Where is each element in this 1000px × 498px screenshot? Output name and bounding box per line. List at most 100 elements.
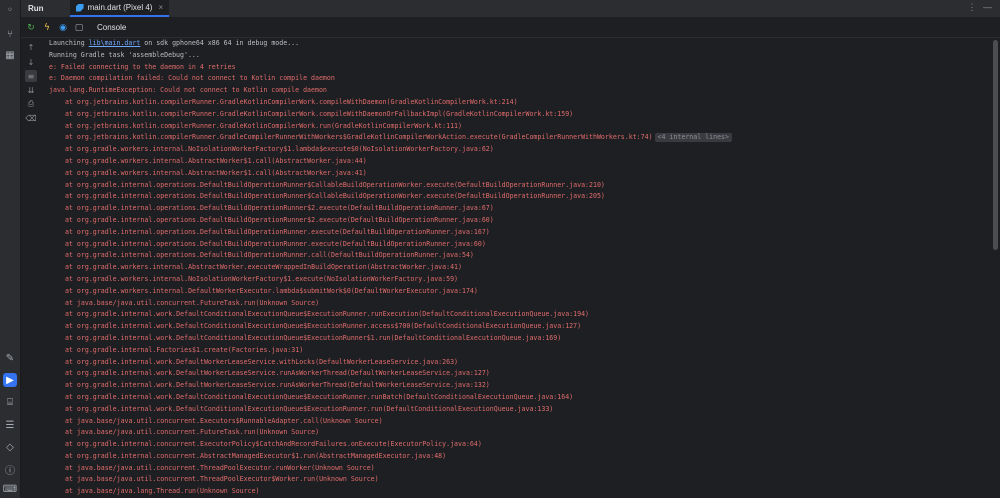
options-menu-icon[interactable]: ⋮ — <box>967 2 994 13</box>
hot-reload-icon[interactable]: ϟ <box>41 22 53 34</box>
stack-trace-line[interactable]: at org.gradle.internal.operations.Defaul… <box>49 239 988 251</box>
stack-trace-line[interactable]: at org.gradle.workers.internal.AbstractW… <box>49 168 988 180</box>
stack-trace-line[interactable]: at org.gradle.internal.operations.Defaul… <box>49 250 988 262</box>
build-icon[interactable]: ⌸ <box>3 395 17 409</box>
stack-trace-line[interactable]: at org.gradle.workers.internal.NoIsolati… <box>49 274 988 286</box>
stack-trace-text: at org.gradle.internal.operations.Defaul… <box>65 204 494 213</box>
database-icon[interactable]: ☰ <box>3 418 17 432</box>
stack-trace-text: at java.base/java.util.concurrent.Future… <box>65 298 320 307</box>
run-toolbar: ↻ ϟ ◉ ▢ Console <box>21 18 1000 38</box>
tab-main-dart[interactable]: main.dart (Pixel 4) × <box>69 0 170 17</box>
stack-trace-line[interactable]: at java.base/java.util.concurrent.Future… <box>49 427 988 439</box>
scroll-down-icon[interactable]: ↓ <box>25 56 37 68</box>
stack-trace-text: at org.gradle.internal.Factories$1.creat… <box>65 345 304 354</box>
scroll-up-icon[interactable]: ↑ <box>25 41 37 53</box>
stack-trace-text: at org.gradle.internal.operations.Defaul… <box>65 239 486 248</box>
stack-trace-text: at org.jetbrains.kotlin.compilerRunner.G… <box>65 121 462 130</box>
run-header: Run main.dart (Pixel 4) × ⋮ — <box>21 0 1000 17</box>
stack-trace-line[interactable]: at java.base/java.util.concurrent.Future… <box>49 298 988 310</box>
stack-trace-text: at org.gradle.internal.work.DefaultCondi… <box>65 322 582 331</box>
tab-console[interactable]: Console <box>97 23 126 32</box>
stack-trace-line[interactable]: at org.jetbrains.kotlin.compilerRunner.G… <box>49 121 988 133</box>
scroll-to-end-icon[interactable]: ⇊ <box>25 84 37 96</box>
stack-trace-text: at org.gradle.workers.internal.AbstractW… <box>65 156 367 165</box>
devtools-icon[interactable]: ◉ <box>57 22 69 34</box>
stack-trace-text: at org.gradle.workers.internal.DefaultWo… <box>65 286 478 295</box>
stack-trace-text: at org.gradle.internal.work.DefaultCondi… <box>65 333 562 342</box>
stack-trace-line[interactable]: at org.jetbrains.kotlin.compilerRunner.G… <box>49 97 988 109</box>
pull-requests-icon[interactable]: ⑂ <box>3 27 17 41</box>
vertical-scrollbar[interactable] <box>993 40 998 250</box>
terminal-icon[interactable]: ⌨ <box>3 482 17 496</box>
stack-trace-line[interactable]: at org.gradle.workers.internal.AbstractW… <box>49 156 988 168</box>
stack-trace-line[interactable]: at org.gradle.internal.concurrent.Execut… <box>49 439 988 451</box>
stack-trace-line[interactable]: at org.gradle.internal.operations.Defaul… <box>49 227 988 239</box>
stack-trace-text: at org.jetbrains.kotlin.compilerRunner.G… <box>65 97 518 106</box>
stack-trace-line[interactable]: at org.gradle.internal.operations.Defaul… <box>49 180 988 192</box>
console-output[interactable]: Launching lib\main.dart on sdk gphone64 … <box>49 38 988 498</box>
internal-lines-badge[interactable]: <4 internal lines> <box>654 133 732 143</box>
stack-trace-line[interactable]: at org.gradle.internal.work.DefaultCondi… <box>49 404 988 416</box>
run-title: Run <box>28 4 44 13</box>
stack-trace-text: at org.gradle.workers.internal.AbstractW… <box>65 168 367 177</box>
stack-trace-line[interactable]: at org.gradle.internal.work.DefaultWorke… <box>49 368 988 380</box>
stack-trace-line[interactable]: at org.gradle.workers.internal.NoIsolati… <box>49 144 988 156</box>
error-line: e: Daemon compilation failed: Could not … <box>49 74 335 83</box>
stack-trace-text: at org.gradle.internal.operations.Defaul… <box>65 227 490 236</box>
stack-trace-text: at java.base/java.util.concurrent.Future… <box>65 428 320 437</box>
stack-trace-line[interactable]: at org.gradle.internal.work.DefaultWorke… <box>49 380 988 392</box>
commit-icon[interactable]: ◦ <box>3 3 17 17</box>
close-icon[interactable]: × <box>158 3 163 12</box>
run-icon[interactable]: ▶ <box>3 373 17 387</box>
clear-all-icon[interactable]: ⌫ <box>25 112 37 124</box>
stack-trace-line[interactable]: at org.gradle.workers.internal.AbstractW… <box>49 262 988 274</box>
error-line: e: Failed connecting to the daemon in 4 … <box>49 62 236 71</box>
stack-trace-text: at org.gradle.internal.operations.Defaul… <box>65 251 474 260</box>
soft-wrap-icon[interactable]: ≡ <box>25 70 37 82</box>
error-line: java.lang.RuntimeException: Could not co… <box>49 86 327 95</box>
stack-trace-line[interactable]: at org.gradle.internal.work.DefaultCondi… <box>49 333 988 345</box>
stack-trace-line[interactable]: at org.gradle.internal.work.DefaultCondi… <box>49 392 988 404</box>
stack-trace-text: at org.gradle.internal.concurrent.Abstra… <box>65 451 447 460</box>
tab-label: main.dart (Pixel 4) <box>87 3 153 12</box>
stack-trace-line[interactable]: at org.gradle.internal.operations.Defaul… <box>49 191 988 203</box>
stack-trace-line[interactable]: at org.gradle.workers.internal.DefaultWo… <box>49 286 988 298</box>
main-dart-link[interactable]: lib\main.dart <box>89 39 141 47</box>
stack-trace-text: at java.base/java.lang.Thread.run(Unknow… <box>65 487 260 496</box>
console-gutter: ↑ ↓ ≡ ⇊ ⎙ ⌫ <box>21 38 41 498</box>
stack-trace-line[interactable]: at org.gradle.internal.Factories$1.creat… <box>49 345 988 357</box>
stack-trace-text: at java.base/java.util.concurrent.Thread… <box>65 475 379 484</box>
print-icon[interactable]: ⎙ <box>25 98 37 110</box>
stack-trace-text: at org.gradle.workers.internal.NoIsolati… <box>65 145 494 154</box>
stack-trace-line[interactable]: at java.base/java.util.concurrent.Execut… <box>49 416 988 428</box>
stack-trace-line[interactable]: at org.gradle.internal.work.DefaultCondi… <box>49 321 988 333</box>
stack-trace-text: at org.jetbrains.kotlin.compilerRunner.G… <box>65 133 653 142</box>
flutter-inspector-icon[interactable]: ▢ <box>73 22 85 34</box>
stack-trace-text: at org.gradle.internal.operations.Defaul… <box>65 180 605 189</box>
flutter-icon[interactable]: ✎ <box>3 351 17 365</box>
gem-icon[interactable]: ◇ <box>3 440 17 454</box>
stack-trace-line[interactable]: at org.gradle.internal.concurrent.Abstra… <box>49 451 988 463</box>
stack-trace-line[interactable]: at java.base/java.util.concurrent.Thread… <box>49 474 988 486</box>
structure-icon[interactable]: ▦ <box>3 48 17 62</box>
rerun-icon[interactable]: ↻ <box>25 22 37 34</box>
stack-trace-line[interactable]: at java.base/java.lang.Thread.run(Unknow… <box>49 486 988 498</box>
stack-trace-text: at java.base/java.util.concurrent.Execut… <box>65 416 383 425</box>
stack-trace-text: at org.gradle.internal.operations.Defaul… <box>65 215 494 224</box>
stack-trace-line[interactable]: at org.gradle.internal.operations.Defaul… <box>49 203 988 215</box>
stack-trace-line[interactable]: at org.gradle.internal.work.DefaultWorke… <box>49 357 988 369</box>
stack-trace-line[interactable]: at org.gradle.internal.work.DefaultCondi… <box>49 309 988 321</box>
dart-icon <box>75 3 84 12</box>
stack-trace-line[interactable]: ›at org.jetbrains.kotlin.compilerRunner.… <box>49 132 988 144</box>
stack-trace-text: at org.gradle.workers.internal.NoIsolati… <box>65 274 459 283</box>
stack-trace-text: at org.gradle.internal.work.DefaultCondi… <box>65 310 590 319</box>
stack-trace-text: at org.gradle.internal.work.DefaultWorke… <box>65 357 459 366</box>
run-tool-window: ◦ ⑂ ▦ ✎ ▶ ⌸ ☰ ◇ ⓘ ⌨ Run main.dart (Pixel… <box>0 0 1000 498</box>
stack-trace-line[interactable]: at org.jetbrains.kotlin.compilerRunner.G… <box>49 109 988 121</box>
stack-trace-line[interactable]: at java.base/java.util.concurrent.Thread… <box>49 463 988 475</box>
problems-icon[interactable]: ⓘ <box>3 462 17 477</box>
gradle-task-line: Running Gradle task 'assembleDebug'... <box>49 50 200 59</box>
stack-trace: at org.jetbrains.kotlin.compilerRunner.G… <box>49 97 988 498</box>
stack-trace-text: at org.gradle.internal.work.DefaultWorke… <box>65 381 490 390</box>
stack-trace-line[interactable]: at org.gradle.internal.operations.Defaul… <box>49 215 988 227</box>
